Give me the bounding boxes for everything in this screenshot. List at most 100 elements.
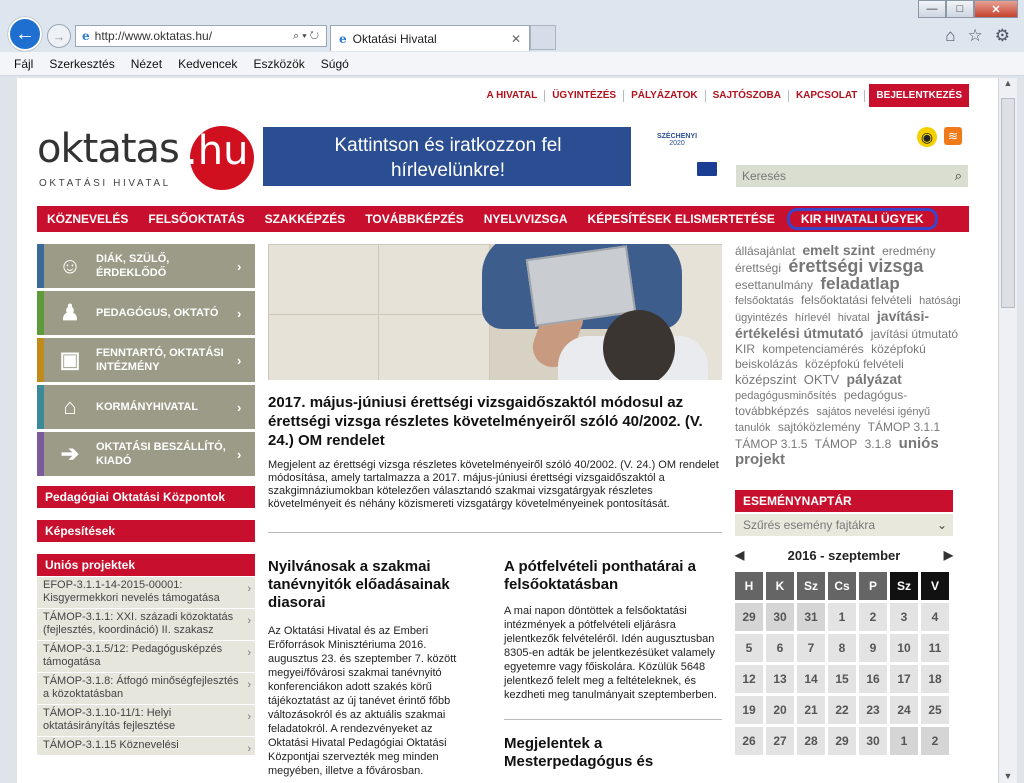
login-button[interactable]: BEJELENTKEZÉS	[869, 84, 969, 107]
calendar-day[interactable]: 24	[890, 696, 918, 724]
scroll-up-icon[interactable]: ▲	[999, 78, 1017, 95]
forward-button[interactable]: →	[47, 24, 71, 48]
calendar-day[interactable]: 12	[735, 665, 763, 693]
toplink-kapcsolat[interactable]: KAPCSOLAT	[789, 89, 866, 102]
tag-link[interactable]: felsőoktatási felvételi	[801, 293, 912, 307]
next-month-icon[interactable]: ▶	[944, 548, 953, 562]
event-filter-select[interactable]: Szűrés esemény fajtákra ⌄	[735, 514, 953, 536]
nav-felsooktatas[interactable]: FELSŐOKTATÁS	[138, 212, 254, 226]
tag-link[interactable]: érettségi	[735, 261, 781, 275]
box-kepesitesek[interactable]: Képesítések	[37, 520, 255, 542]
calendar-day[interactable]: 19	[735, 696, 763, 724]
calendar-day[interactable]: 20	[766, 696, 794, 724]
menu-view[interactable]: Nézet	[131, 57, 162, 71]
main-headline[interactable]: 2017. május-júniusi érettségi vizsgaidős…	[268, 393, 722, 450]
calendar-day[interactable]: 16	[859, 665, 887, 693]
audience-tile[interactable]: ⌂ KORMÁNYHIVATAL ›	[37, 385, 255, 429]
calendar-day[interactable]: 4	[921, 603, 949, 631]
project-item[interactable]: TÁMOP-3.1.5/12: Pedagógusképzés támogatá…	[37, 641, 255, 673]
nav-kir-hivatali-ugyek[interactable]: KIR HIVATALI ÜGYEK	[786, 208, 938, 230]
audience-tile[interactable]: ♟ PEDAGÓGUS, OKTATÓ ›	[37, 291, 255, 335]
tag-link[interactable]: TÁMOP 3.1.5	[735, 437, 807, 451]
project-item[interactable]: EFOP-3.1.1-14-2015-00001: Kisgyermekkori…	[37, 577, 255, 609]
close-button[interactable]: ✕	[974, 0, 1018, 18]
toplink-sajtoszoba[interactable]: SAJTÓSZOBA	[706, 89, 789, 102]
tag-link[interactable]: pályázat	[847, 371, 902, 387]
calendar-day[interactable]: 2	[859, 603, 887, 631]
tab-close-icon[interactable]: ✕	[511, 32, 521, 46]
calendar-day[interactable]: 30	[766, 603, 794, 631]
scroll-down-icon[interactable]: ▼	[999, 771, 1017, 781]
audience-tile[interactable]: ▣ FENNTARTÓ, OKTATÁSI INTÉZMÉNY ›	[37, 338, 255, 382]
calendar-day[interactable]: 25	[921, 696, 949, 724]
browser-tab[interactable]: e Oktatási Hivatal ✕	[330, 25, 530, 51]
tag-link[interactable]: OKTV	[804, 372, 839, 387]
calendar-day[interactable]: 3	[890, 603, 918, 631]
calendar-day[interactable]: 31	[797, 603, 825, 631]
project-item[interactable]: TÁMOP-3.1.8: Átfogó minőségfejlesztés a …	[37, 673, 255, 705]
nav-tovabbkepzes[interactable]: TOVÁBBKÉPZÉS	[355, 212, 473, 226]
tag-link[interactable]: tanulók	[735, 422, 770, 434]
scroll-thumb[interactable]	[1001, 98, 1015, 308]
audience-tile[interactable]: ➔ OKTATÁSI BESZÁLLÍTÓ, KIADÓ ›	[37, 432, 255, 476]
tag-link[interactable]: kompetenciamérés	[762, 342, 863, 356]
news-title[interactable]: Megjelentek a Mesterpedagógus és	[504, 735, 722, 771]
tag-link[interactable]: 3.1.8	[865, 437, 892, 451]
calendar-day[interactable]: 6	[766, 634, 794, 662]
calendar-day[interactable]: 18	[921, 665, 949, 693]
calendar-day[interactable]: 26	[735, 727, 763, 755]
tag-link[interactable]: állásajánlat	[735, 244, 795, 258]
minimize-button[interactable]: —	[918, 0, 946, 18]
menu-help[interactable]: Súgó	[321, 57, 349, 71]
tag-link[interactable]: TÁMOP 3.1.1	[868, 420, 940, 434]
tag-link[interactable]: feladatlap	[820, 274, 899, 293]
accessibility-icon[interactable]: ◉	[917, 127, 937, 147]
address-tools-icon[interactable]: ⌕▾↻	[293, 30, 322, 43]
tag-link[interactable]: sajtóközlemény	[778, 420, 861, 434]
prev-month-icon[interactable]: ◀	[735, 548, 744, 562]
favorites-star-icon[interactable]: ☆	[968, 26, 983, 46]
news-title[interactable]: A pótfelvételi ponthatárai a felsőoktatá…	[504, 558, 722, 594]
project-item[interactable]: TÁMOP-3.1.15 Köznevelési	[37, 737, 255, 756]
project-item[interactable]: TÁMOP-3.1.10-11/1: Helyi oktatásirányítá…	[37, 705, 255, 737]
calendar-day[interactable]: 15	[828, 665, 856, 693]
search-icon[interactable]: ⌕	[955, 168, 962, 184]
tag-link[interactable]: hírlevél	[795, 312, 830, 324]
calendar-day[interactable]: 23	[859, 696, 887, 724]
calendar-day[interactable]: 14	[797, 665, 825, 693]
rss-icon[interactable]: ≋	[944, 127, 962, 145]
toplink-hivatal[interactable]: A HIVATAL	[479, 89, 546, 102]
gear-icon[interactable]: ⚙	[995, 26, 1010, 46]
project-item[interactable]: TÁMOP-3.1.1: XXI. századi közoktatás (fe…	[37, 609, 255, 641]
calendar-day[interactable]: 29	[735, 603, 763, 631]
tag-link[interactable]: középfokú felvételi	[805, 357, 904, 371]
site-logo[interactable]: oktatas .hu OKTATÁSI HIVATAL	[37, 126, 257, 190]
tag-link[interactable]: TÁMOP	[815, 437, 858, 451]
newsletter-banner[interactable]: Kattintson és iratkozzon fel hírlevelünk…	[263, 127, 723, 186]
new-tab-button[interactable]	[530, 25, 556, 50]
calendar-day[interactable]: 17	[890, 665, 918, 693]
box-unios-projektek[interactable]: Uniós projektek	[37, 554, 255, 576]
nav-kepesitesek[interactable]: KÉPESÍTÉSEK ELISMERTETÉSE	[578, 212, 785, 226]
calendar-day[interactable]: 29	[828, 727, 856, 755]
search-box[interactable]: Keresés ⌕	[736, 165, 968, 187]
calendar-day[interactable]: 1	[828, 603, 856, 631]
tag-link[interactable]: érettségi vizsga	[788, 256, 923, 276]
calendar-day[interactable]: 1	[890, 727, 918, 755]
calendar-day[interactable]: 2	[921, 727, 949, 755]
box-pedagogiai-kozpontok[interactable]: Pedagógiai Oktatási Központok	[37, 486, 255, 508]
calendar-day[interactable]: 11	[921, 634, 949, 662]
tag-link[interactable]: esettanulmány	[735, 278, 813, 292]
calendar-day[interactable]: 7	[797, 634, 825, 662]
tag-link[interactable]: középszint	[735, 372, 796, 387]
calendar-day[interactable]: 13	[766, 665, 794, 693]
calendar-day[interactable]: 28	[797, 727, 825, 755]
calendar-day[interactable]: 27	[766, 727, 794, 755]
hero-image[interactable]	[268, 244, 722, 380]
tag-link[interactable]: KIR	[735, 342, 755, 356]
menu-favorites[interactable]: Kedvencek	[178, 57, 237, 71]
nav-szakkepzes[interactable]: SZAKKÉPZÉS	[255, 212, 356, 226]
calendar-day[interactable]: 9	[859, 634, 887, 662]
news-title[interactable]: Nyilvánosak a szakmai tanévnyitók előadá…	[268, 558, 468, 612]
menu-tools[interactable]: Eszközök	[253, 57, 304, 71]
